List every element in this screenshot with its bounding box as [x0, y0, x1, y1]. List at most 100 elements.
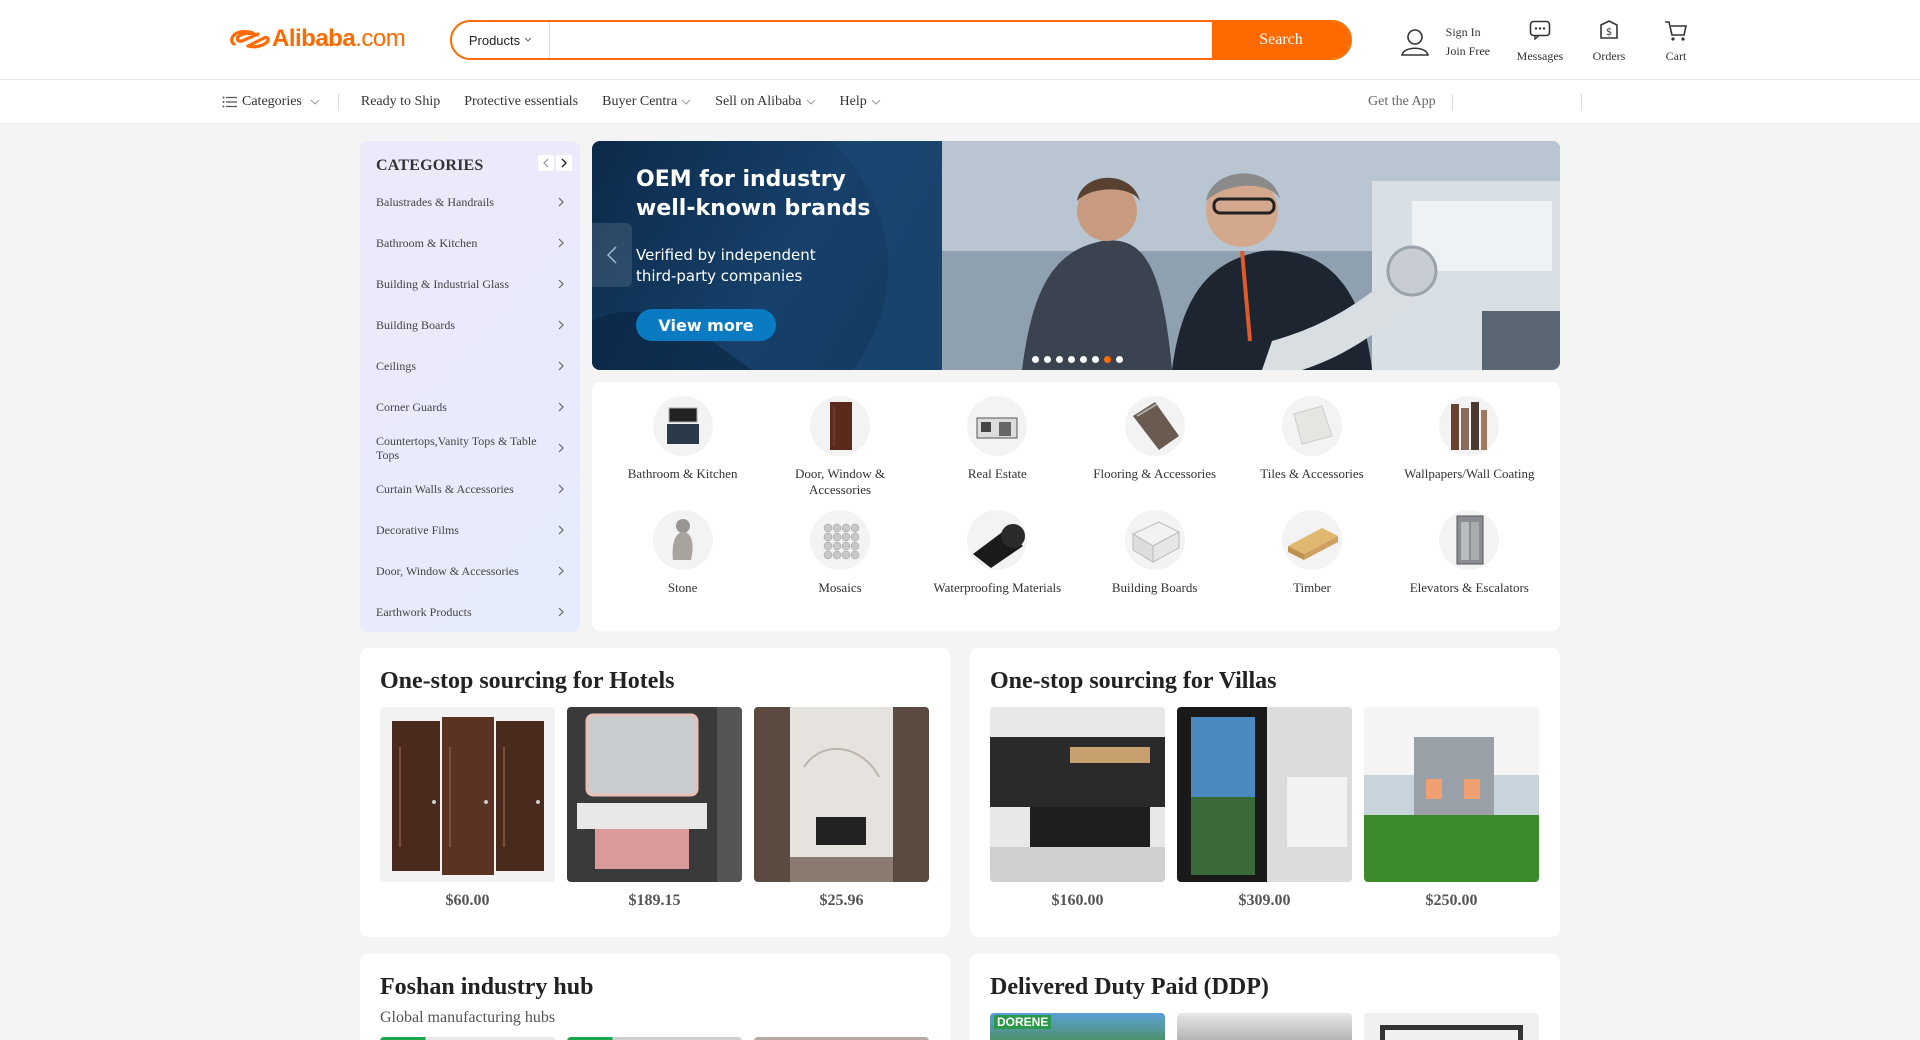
- search-input[interactable]: [550, 22, 1212, 58]
- nav-sell-on-alibaba[interactable]: Sell on Alibaba: [715, 94, 815, 110]
- banner-subtitle: Verified by independent third-party compa…: [636, 246, 816, 285]
- timber-icon[interactable]: [1281, 510, 1342, 570]
- product-card[interactable]: $309.00: [1177, 707, 1352, 910]
- category-tile-label: Building Boards: [1111, 580, 1198, 595]
- tile-icon[interactable]: [1281, 396, 1342, 456]
- hotels-card-title[interactable]: One-stop sourcing for Hotels: [380, 668, 930, 695]
- product-image[interactable]: [1364, 1013, 1539, 1040]
- orders-button[interactable]: $ Orders: [1584, 20, 1634, 64]
- chevron-right-icon: [558, 279, 564, 288]
- messages-button[interactable]: Messages: [1510, 20, 1570, 64]
- banner-dot[interactable]: [1056, 356, 1063, 363]
- nav-protective-essentials[interactable]: Protective essentials: [464, 94, 578, 110]
- sidebar-category-label: Corner Guards: [376, 399, 447, 414]
- category-tile[interactable]: Mosaics: [761, 510, 918, 624]
- categories-prev-button[interactable]: [538, 155, 554, 171]
- banner-dot[interactable]: [1080, 356, 1087, 363]
- category-tile[interactable]: Building Boards: [1076, 510, 1233, 624]
- nav-ready-to-ship[interactable]: Ready to Ship: [361, 94, 440, 110]
- category-tile[interactable]: Waterproofing Materials: [919, 510, 1076, 624]
- search-type-select[interactable]: Products: [452, 22, 550, 58]
- cart-icon: [1665, 21, 1687, 41]
- category-tile[interactable]: Bathroom & Kitchen: [604, 396, 761, 510]
- sign-in-link[interactable]: Sign In: [1446, 23, 1490, 42]
- sidebar-category-item[interactable]: Countertops,Vanity Tops & Table Tops: [376, 427, 564, 468]
- product-card[interactable]: $160.00: [990, 707, 1165, 910]
- product-image[interactable]: [1177, 1013, 1352, 1040]
- category-tile[interactable]: Real Estate: [919, 396, 1076, 510]
- sidebar-category-item[interactable]: Corner Guards: [376, 386, 564, 427]
- product-image-kitchen[interactable]: [990, 707, 1165, 882]
- get-the-app-link[interactable]: Get the App: [1368, 94, 1436, 110]
- sidebar-category-item[interactable]: Earthwork Products: [376, 591, 564, 632]
- category-tile-label: Elevators & Escalators: [1409, 580, 1529, 595]
- category-tile[interactable]: Stone: [604, 510, 761, 624]
- vanity-icon[interactable]: [652, 396, 713, 456]
- join-free-link[interactable]: Join Free: [1446, 42, 1490, 61]
- product-image-prefab-house[interactable]: [1364, 707, 1539, 882]
- sign-in-button[interactable]: Sign In Join Free: [1400, 20, 1490, 64]
- promo-banner[interactable]: OEM for industry well-known brands Verifi…: [592, 141, 1560, 370]
- view-more-button[interactable]: View more: [636, 309, 776, 341]
- banner-dot[interactable]: [1032, 356, 1039, 363]
- banner-dot[interactable]: [1116, 356, 1123, 363]
- sidebar-category-item[interactable]: Ceilings: [376, 345, 564, 386]
- category-tile[interactable]: Door, Window & Accessories: [761, 396, 918, 510]
- statue-icon[interactable]: [652, 510, 713, 570]
- product-card[interactable]: $25.96: [754, 707, 929, 910]
- wallpaper-icon[interactable]: [1439, 396, 1500, 456]
- product-card[interactable]: $60.00: [380, 707, 555, 910]
- chevron-right-icon: [558, 238, 564, 247]
- banner-prev-button[interactable]: [592, 223, 632, 287]
- chevron-down-icon: [871, 99, 881, 105]
- banner-dot[interactable]: [1068, 356, 1075, 363]
- sidebar-category-item[interactable]: Door, Window & Accessories: [376, 550, 564, 591]
- villas-card-title[interactable]: One-stop sourcing for Villas: [990, 668, 1540, 695]
- search-button[interactable]: Search: [1212, 22, 1350, 58]
- category-tile[interactable]: Timber: [1233, 510, 1390, 624]
- banner-dot[interactable]: [1092, 356, 1099, 363]
- foshan-hub-card: Foshan industry hub Global manufacturing…: [360, 954, 950, 1040]
- product-price: $25.96: [819, 892, 864, 909]
- door-icon[interactable]: [809, 396, 870, 456]
- category-tile-label: Door, Window & Accessories: [794, 466, 886, 497]
- board-icon[interactable]: [1124, 510, 1185, 570]
- sidebar-category-item[interactable]: Curtain Walls & Accessories: [376, 468, 564, 509]
- cart-label: Cart: [1665, 49, 1687, 63]
- product-image[interactable]: DORENE: [990, 1013, 1165, 1040]
- category-tile[interactable]: Tiles & Accessories: [1233, 396, 1390, 510]
- product-image-pivot-door[interactable]: [1177, 707, 1352, 882]
- category-tile[interactable]: Elevators & Escalators: [1391, 510, 1548, 624]
- category-tile[interactable]: Wallpapers/Wall Coating: [1391, 396, 1548, 510]
- product-image-doors[interactable]: [380, 707, 555, 882]
- banner-headline: OEM for industry well-known brands: [636, 167, 871, 221]
- mosaic-icon[interactable]: [809, 510, 870, 570]
- product-card[interactable]: $250.00: [1364, 707, 1539, 910]
- category-tile[interactable]: Flooring & Accessories: [1076, 396, 1233, 510]
- foshan-card-title[interactable]: Foshan industry hub: [380, 974, 930, 1001]
- flooring-icon[interactable]: [1124, 396, 1185, 456]
- sidebar-category-item[interactable]: Building & Industrial Glass: [376, 263, 564, 304]
- sidebar-category-item[interactable]: Bathroom & Kitchen: [376, 222, 564, 263]
- roll-icon[interactable]: [967, 510, 1028, 570]
- banner-dot[interactable]: [1044, 356, 1051, 363]
- product-image-wall-panel[interactable]: [754, 707, 929, 882]
- category-tile-label: Flooring & Accessories: [1093, 466, 1217, 481]
- chevron-right-icon: [558, 566, 564, 575]
- product-image-vanity[interactable]: [567, 707, 742, 882]
- nav-buyer-central[interactable]: Buyer Centra: [602, 94, 691, 110]
- sidebar-category-item[interactable]: Balustrades & Handrails: [376, 181, 564, 222]
- nav-divider: [337, 94, 339, 110]
- sidebar-category-item[interactable]: Decorative Films: [376, 509, 564, 550]
- alibaba-logo[interactable]: Alibaba.com: [228, 24, 406, 54]
- house-icon[interactable]: [967, 396, 1028, 456]
- product-card[interactable]: $189.15: [567, 707, 742, 910]
- nav-categories[interactable]: Categories: [222, 94, 320, 110]
- nav-help[interactable]: Help: [840, 94, 881, 110]
- cart-button[interactable]: Cart: [1656, 20, 1696, 64]
- banner-dot[interactable]: [1104, 356, 1111, 363]
- categories-next-button[interactable]: [556, 155, 572, 171]
- ddp-card-title[interactable]: Delivered Duty Paid (DDP): [990, 974, 1540, 1001]
- elevator-icon[interactable]: [1439, 510, 1500, 570]
- sidebar-category-item[interactable]: Building Boards: [376, 304, 564, 345]
